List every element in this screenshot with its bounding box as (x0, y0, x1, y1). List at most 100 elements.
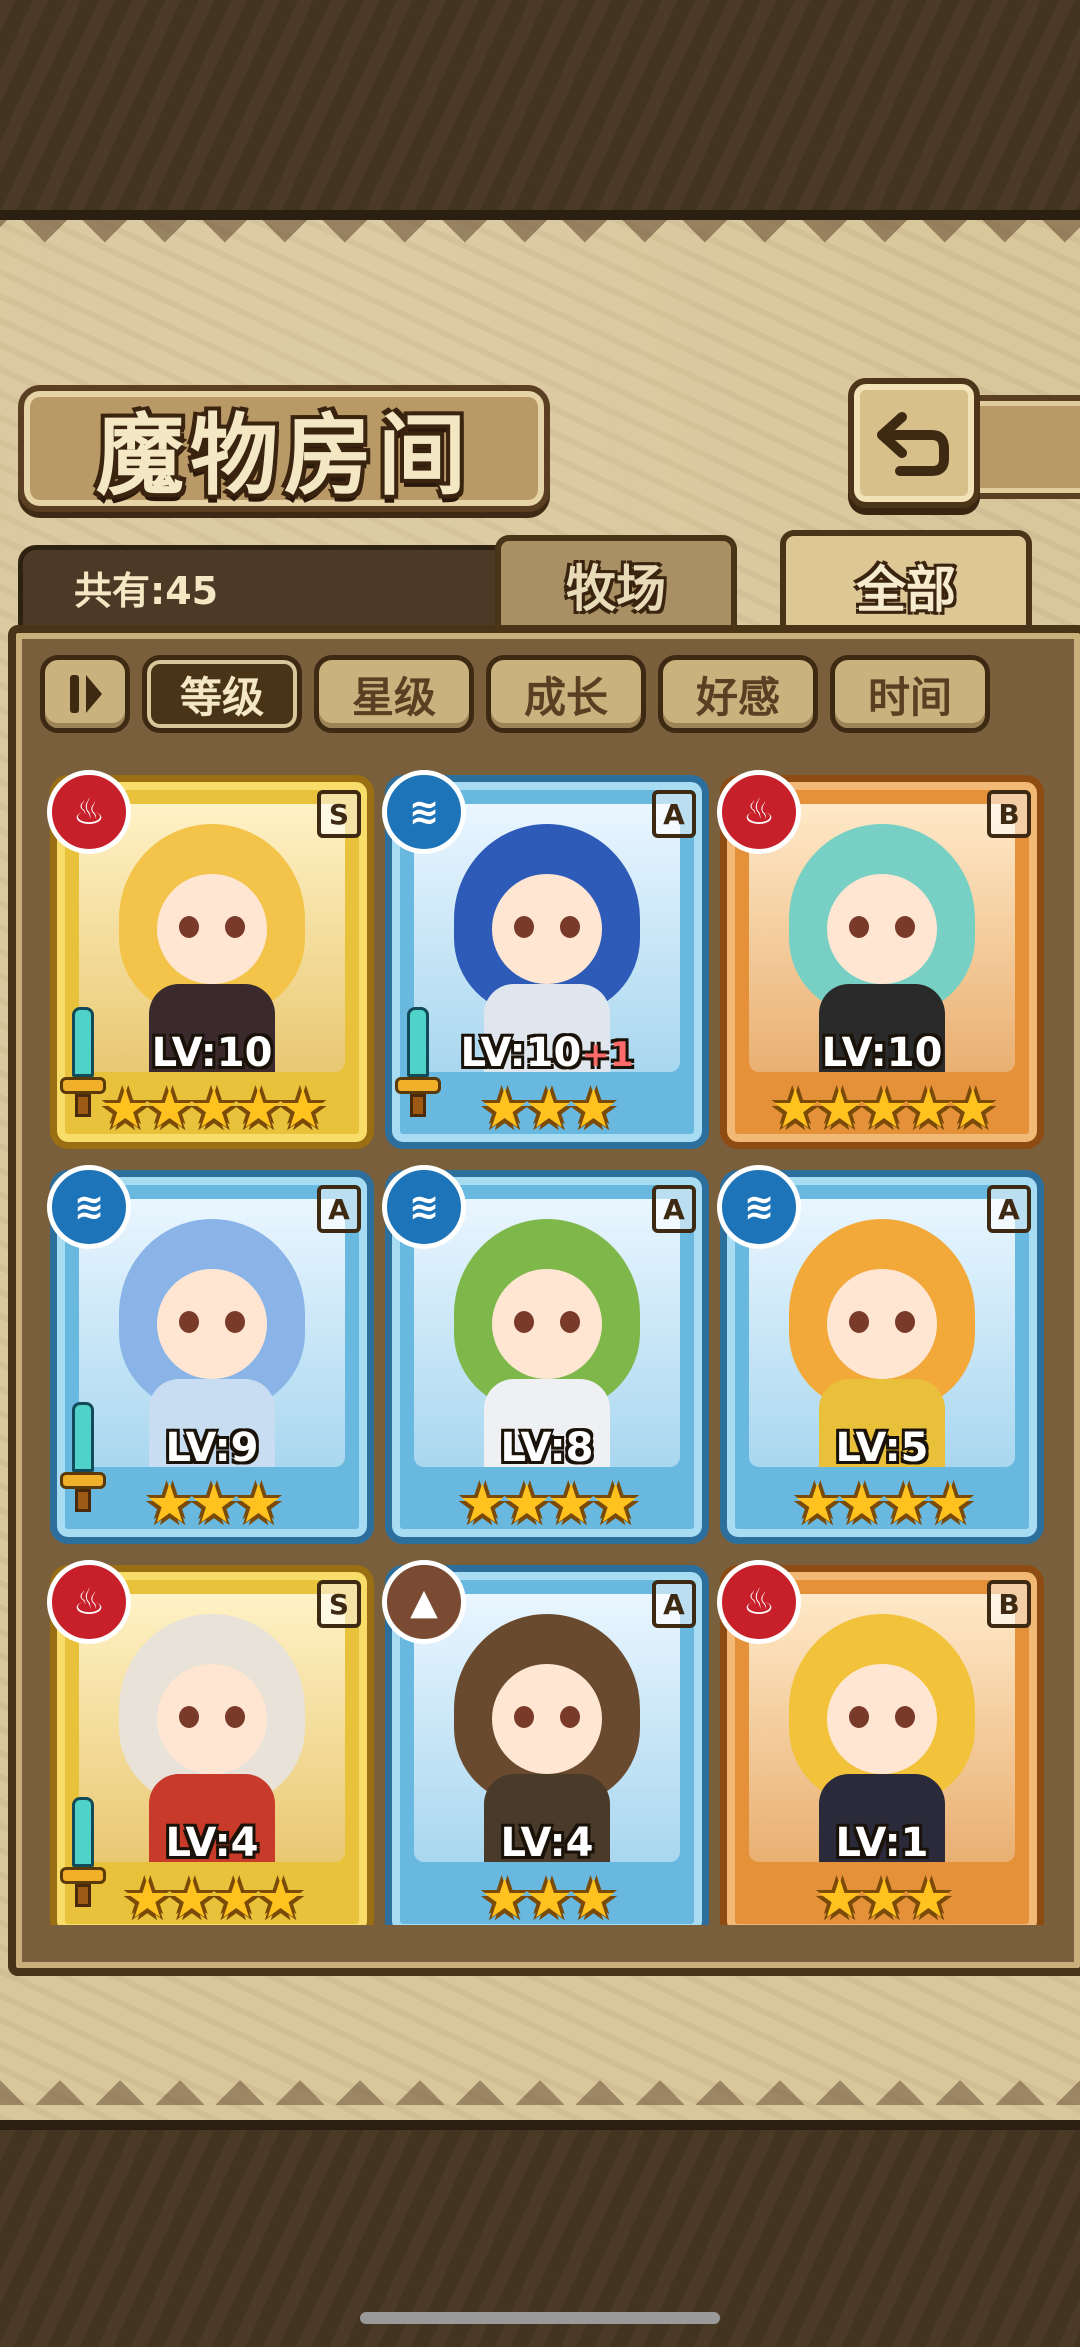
portrait-face (492, 1269, 602, 1379)
sort-by-level[interactable]: 等级 (142, 655, 302, 733)
star-rating: ★★★ (480, 1077, 617, 1140)
portrait-face (157, 874, 267, 984)
monster-card[interactable]: ♨ S LV:10 ★★★★★ (47, 770, 374, 1149)
monster-card[interactable]: ♨ B LV:10 ★★★★★ (717, 770, 1044, 1149)
rank-badge: A (652, 1185, 696, 1233)
top-map-background (0, 0, 1080, 220)
level-text: LV:10 (460, 1030, 582, 1076)
portrait-eye (895, 1706, 915, 1728)
monster-card[interactable]: ▲ A LV:4 ★★★ (382, 1560, 709, 1926)
portrait-face (492, 1664, 602, 1774)
page-title: 魔物房间 (95, 403, 472, 507)
portrait-face (492, 874, 602, 984)
level-text: LV:1 (835, 1820, 929, 1866)
monster-card[interactable]: ≋ A LV:8 ★★★★ (382, 1165, 709, 1544)
portrait-face (157, 1664, 267, 1774)
fire-element-icon: ♨ (47, 1560, 131, 1644)
rank-badge: A (987, 1185, 1031, 1233)
monster-level: LV:4 (392, 1820, 702, 1866)
sort-filter-row: 等级 星级 成长 好感 时间 (40, 655, 990, 733)
water-element-icon: ≋ (382, 770, 466, 854)
star-rating: ★★★★★ (770, 1077, 997, 1140)
portrait-face (827, 1664, 937, 1774)
level-text: LV:4 (500, 1820, 594, 1866)
portrait-eye (225, 916, 245, 938)
decor-border-bottom (0, 2065, 1080, 2105)
portrait-face (157, 1269, 267, 1379)
portrait-eye (179, 1311, 199, 1333)
back-arrow-icon (877, 412, 949, 476)
portrait-eye (560, 1706, 580, 1728)
star-rating: ★★★★ (458, 1472, 640, 1535)
rank-badge: B (987, 790, 1031, 838)
page-title-banner: 魔物房间 (18, 385, 550, 512)
sort-by-time[interactable]: 时间 (830, 655, 990, 733)
level-text: LV:9 (165, 1425, 259, 1471)
level-text: LV:10 (821, 1030, 943, 1076)
rank-badge: B (987, 1580, 1031, 1628)
rank-badge: A (652, 1580, 696, 1628)
star-rating: ★★★★★ (100, 1077, 327, 1140)
sort-toggle-icon (70, 675, 102, 713)
water-element-icon: ≋ (717, 1165, 801, 1249)
monster-card[interactable]: ≋ A LV:9 ★★★ (47, 1165, 374, 1544)
portrait-eye (895, 916, 915, 938)
tab-all[interactable]: 全部 (780, 530, 1032, 636)
earth-element-icon: ▲ (382, 1560, 466, 1644)
tab-ranch[interactable]: 牧场 (495, 535, 737, 629)
monster-level: LV:4 (57, 1820, 367, 1866)
portrait-face (827, 874, 937, 984)
portrait-eye (179, 916, 199, 938)
sort-by-growth[interactable]: 成长 (486, 655, 646, 733)
sort-by-affection[interactable]: 好感 (658, 655, 818, 733)
portrait-eye (895, 1311, 915, 1333)
level-text: LV:4 (165, 1820, 259, 1866)
monster-card[interactable]: ≋ A LV:10+1 ★★★ (382, 770, 709, 1149)
monster-card[interactable]: ♨ B LV:1 ★★★ (717, 1560, 1044, 1926)
back-button[interactable] (848, 378, 980, 508)
portrait-eye (849, 1706, 869, 1728)
portrait-eye (560, 1311, 580, 1333)
portrait-eye (179, 1706, 199, 1728)
level-text: LV:10 (151, 1030, 273, 1076)
monster-level: LV:9 (57, 1425, 367, 1471)
star-rating: ★★★★ (123, 1867, 305, 1926)
water-element-icon: ≋ (47, 1165, 131, 1249)
rank-badge: A (317, 1185, 361, 1233)
rank-badge: S (317, 1580, 361, 1628)
portrait-eye (560, 916, 580, 938)
water-element-icon: ≋ (382, 1165, 466, 1249)
monster-level: LV:10 (57, 1030, 367, 1076)
rank-badge: A (652, 790, 696, 838)
rank-badge: S (317, 790, 361, 838)
fire-element-icon: ♨ (47, 770, 131, 854)
portrait-eye (225, 1311, 245, 1333)
monster-card[interactable]: ♨ S LV:4 ★★★★ (47, 1560, 374, 1926)
portrait-eye (849, 1311, 869, 1333)
monster-count: 共有:45 (74, 569, 219, 613)
monster-level: LV:1 (727, 1820, 1037, 1866)
portrait-eye (849, 916, 869, 938)
level-text: LV:5 (835, 1425, 929, 1471)
level-bonus: +1 (581, 1035, 634, 1075)
monster-level: LV:10 (727, 1030, 1037, 1076)
star-rating: ★★★ (145, 1472, 282, 1535)
decor-border-top (0, 220, 1080, 250)
portrait-face (827, 1269, 937, 1379)
monster-level: LV:5 (727, 1425, 1037, 1471)
monster-card[interactable]: ≋ A LV:5 ★★★★ (717, 1165, 1044, 1544)
monster-grid: ♨ S LV:10 ★★★★★ ≋ A LV:10+1 ★★★ ♨ B LV:10 ★★★★★ ≋ A LV… (30, 745, 1050, 1925)
sort-order-toggle[interactable] (40, 655, 130, 733)
sort-by-stars[interactable]: 星级 (314, 655, 474, 733)
level-text: LV:8 (500, 1425, 594, 1471)
home-indicator (360, 2312, 720, 2324)
star-rating: ★★★★ (793, 1472, 975, 1535)
monster-level: LV:8 (392, 1425, 702, 1471)
portrait-eye (225, 1706, 245, 1728)
monster-level: LV:10+1 (392, 1030, 702, 1076)
portrait-eye (514, 1311, 534, 1333)
portrait-eye (514, 1706, 534, 1728)
star-rating: ★★★ (815, 1867, 952, 1926)
star-rating: ★★★ (480, 1867, 617, 1926)
portrait-eye (514, 916, 534, 938)
